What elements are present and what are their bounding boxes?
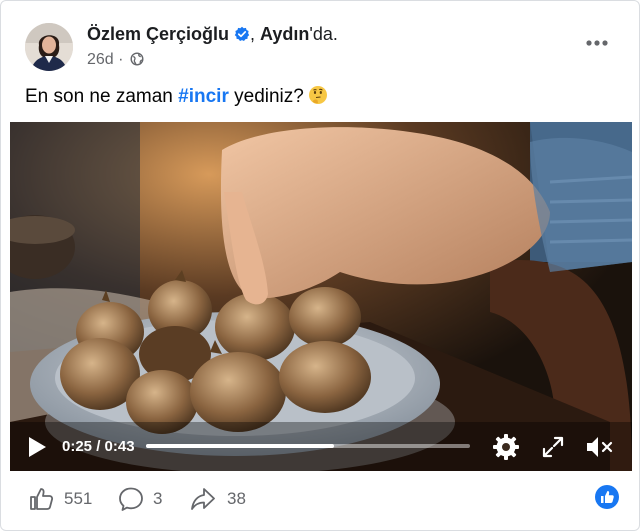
location-link[interactable]: Aydın [260, 24, 309, 44]
avatar-photo [25, 23, 73, 71]
time-separator: / [92, 438, 105, 455]
post-text: En son ne zaman #incir yediniz? [25, 85, 328, 109]
video-player[interactable] [10, 122, 632, 471]
video-progress-fill [146, 444, 334, 448]
post-meta: 26d · [87, 50, 144, 70]
gear-icon[interactable] [492, 433, 520, 461]
video-progress-bar[interactable] [146, 444, 470, 448]
like-button[interactable]: 551 [27, 485, 117, 513]
current-time: 0:25 [62, 438, 93, 455]
video-timecode: 0:25 / 0:43 [62, 437, 135, 457]
share-button[interactable]: 38 [189, 485, 269, 513]
video-frame-figs [10, 122, 632, 471]
comment-count: 3 [153, 489, 163, 508]
comment-bubble-icon [119, 487, 143, 511]
share-count: 38 [227, 489, 246, 508]
thumbs-up-icon [30, 488, 54, 510]
post-text-end: yediniz? [228, 86, 304, 107]
like-count: 551 [64, 489, 93, 508]
post-text-start: En son ne zaman [25, 86, 179, 107]
hashtag-link[interactable]: #incir [178, 86, 229, 107]
video-controls: 0:25 / 0:43 [10, 426, 632, 471]
globe-icon [130, 52, 144, 66]
verified-badge-icon [234, 25, 250, 41]
total-duration: 0:43 [104, 438, 135, 455]
comment-button[interactable]: 3 [117, 485, 177, 513]
author-name[interactable]: Özlem Çerçioğlu [87, 24, 229, 44]
post-header-line: Özlem Çerçioğlu, Aydın'da. [87, 23, 338, 45]
thinking-face-emoji-icon [308, 85, 328, 105]
play-icon[interactable] [26, 435, 48, 459]
more-options-icon[interactable] [581, 31, 613, 55]
location-suffix: 'da. [309, 24, 338, 44]
author-avatar[interactable] [25, 23, 73, 71]
share-arrow-icon [191, 488, 215, 510]
meta-dot: · [113, 51, 128, 68]
like-reaction-icon[interactable] [594, 484, 620, 510]
post-actions-bar: 551 3 38 [1, 471, 640, 532]
muted-speaker-icon[interactable] [584, 434, 614, 460]
fullscreen-icon[interactable] [540, 434, 566, 460]
location-separator: , [250, 24, 261, 44]
post-card: Özlem Çerçioğlu, Aydın'da. 26d · En son … [0, 0, 640, 531]
post-timestamp[interactable]: 26d [87, 51, 114, 68]
